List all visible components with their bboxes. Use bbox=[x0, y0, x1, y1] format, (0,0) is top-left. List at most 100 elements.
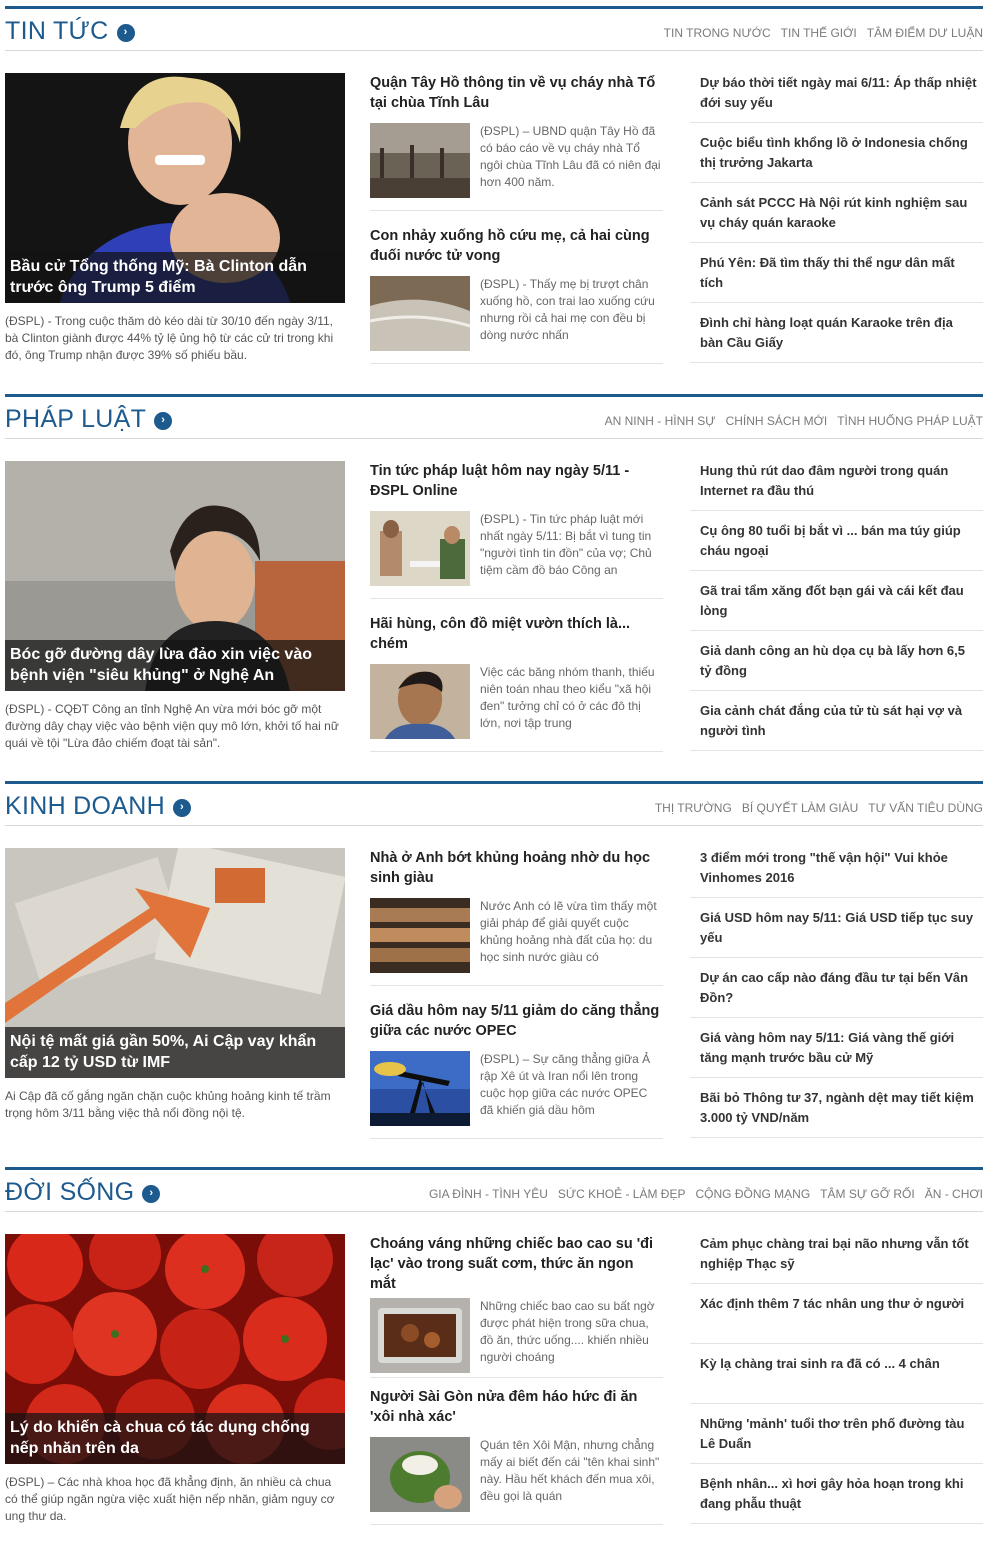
subnav-link[interactable]: TÂM SỰ GỠ RỐI bbox=[820, 1187, 915, 1201]
featured-image[interactable]: Bầu cử Tổng thống Mỹ: Bà Clinton dẫn trư… bbox=[5, 73, 345, 303]
list-item-link[interactable]: Dự báo thời tiết ngày mai 6/11: Áp thấp … bbox=[690, 73, 983, 123]
featured-image[interactable]: Bóc gỡ đường dây lừa đảo xin việc vào bệ… bbox=[5, 461, 345, 691]
story-item: Tin tức pháp luật hôm nay ngày 5/11 - ĐS… bbox=[370, 461, 663, 599]
featured-desc: (ĐSPL) - Trong cuộc thăm dò kéo dài từ 3… bbox=[5, 314, 334, 362]
story-summary: Quán tên Xôi Mận, nhưng chẳng mấy ai biế… bbox=[480, 1438, 660, 1503]
section-subnav: THỊ TRƯỜNG BÍ QUYẾT LÀM GIÀU TƯ VẤN TIÊU… bbox=[655, 801, 983, 815]
chevron-right-circle-icon[interactable]: › bbox=[172, 798, 191, 817]
subnav-link[interactable]: SỨC KHOẺ - LÀM ĐẸP bbox=[558, 1187, 686, 1201]
subnav-link[interactable]: TÌNH HUỐNG PHÁP LUẬT bbox=[837, 414, 983, 428]
list-item-link[interactable]: Dự án cao cấp nào đáng đầu tư tại bến Vâ… bbox=[690, 968, 983, 1018]
list-item-link[interactable]: Giả danh công an hù dọa cụ bà lấy hơn 6,… bbox=[690, 641, 983, 691]
list-item-link[interactable]: Cuộc biểu tình khổng lồ ở Indonesia chốn… bbox=[690, 133, 983, 183]
list-item-link[interactable]: Kỳ lạ chàng trai sinh ra đã có ... 4 châ… bbox=[690, 1354, 983, 1404]
story-thumbnail[interactable] bbox=[370, 898, 470, 973]
story-thumbnail[interactable] bbox=[370, 511, 470, 586]
flood-photo bbox=[370, 276, 470, 351]
story-title[interactable]: Hãi hùng, côn đồ miệt vườn thích là... c… bbox=[370, 614, 663, 654]
story-thumbnail[interactable] bbox=[370, 276, 470, 351]
uk-houses-photo bbox=[370, 898, 470, 973]
sticky-rice-photo bbox=[370, 1437, 470, 1512]
chevron-right-circle-icon[interactable]: › bbox=[154, 411, 173, 430]
section-header: TIN TỨC › TIN TRONG NƯỚC TIN THẾ GIỚI TÂ… bbox=[5, 6, 983, 51]
featured-image[interactable]: Lý do khiến cà chua có tác dụng chống nế… bbox=[5, 1234, 345, 1464]
section-title-link[interactable]: TIN TỨC › bbox=[5, 17, 135, 46]
featured-caption[interactable]: Nội tệ mất giá gần 50%, Ai Cập vay khẩn … bbox=[5, 1027, 345, 1078]
subnav-link[interactable]: BÍ QUYẾT LÀM GIÀU bbox=[742, 801, 858, 815]
story-item: Giá dầu hôm nay 5/11 giảm do căng thẳng … bbox=[370, 1001, 663, 1139]
story-item: Người Sài Gòn nửa đêm háo hức đi ăn 'xôi… bbox=[370, 1387, 663, 1525]
list-item-link[interactable]: Gã trai tẩm xăng đốt bạn gái và cái kết … bbox=[690, 581, 983, 631]
subnav-link[interactable]: GIA ĐÌNH - TÌNH YÊU bbox=[429, 1187, 548, 1201]
section-header: ĐỜI SỐNG › GIA ĐÌNH - TÌNH YÊU SỨC KHOẺ … bbox=[5, 1167, 983, 1212]
list-item-link[interactable]: Gia cảnh chát đắng của tử tù sát hại vợ … bbox=[690, 701, 983, 751]
story-title[interactable]: Người Sài Gòn nửa đêm háo hức đi ăn 'xôi… bbox=[370, 1387, 663, 1427]
subnav-link[interactable]: CỘNG ĐỒNG MẠNG bbox=[695, 1187, 810, 1201]
temple-fire-photo bbox=[370, 123, 470, 198]
subnav-link[interactable]: TIN THẾ GIỚI bbox=[781, 26, 857, 40]
story-item: Con nhảy xuống hồ cứu mẹ, cả hai cùng đu… bbox=[370, 226, 663, 364]
featured-image[interactable]: Nội tệ mất giá gần 50%, Ai Cập vay khẩn … bbox=[5, 848, 345, 1078]
list-item-link[interactable]: Những 'mảnh' tuổi thơ trên phố đường tàu… bbox=[690, 1414, 983, 1464]
oil-pump-photo bbox=[370, 1051, 470, 1126]
featured-caption[interactable]: Lý do khiến cà chua có tác dụng chống nế… bbox=[5, 1413, 345, 1464]
story-thumbnail[interactable] bbox=[370, 1051, 470, 1126]
list-item-link[interactable]: Hung thủ rút dao đâm người trong quán In… bbox=[690, 461, 983, 511]
list-item-link[interactable]: Đình chỉ hàng loạt quán Karaoke trên địa… bbox=[690, 313, 983, 363]
featured-caption[interactable]: Bầu cử Tổng thống Mỹ: Bà Clinton dẫn trư… bbox=[5, 252, 345, 303]
story-title[interactable]: Giá dầu hôm nay 5/11 giảm do căng thẳng … bbox=[370, 1001, 663, 1041]
list-item-link[interactable]: Phú Yên: Đã tìm thấy thi thể ngư dân mất… bbox=[690, 253, 983, 303]
story-summary: Những chiếc bao cao su bất ngờ được phát… bbox=[480, 1299, 655, 1364]
section-title-link[interactable]: ĐỜI SỐNG › bbox=[5, 1178, 161, 1207]
list-item-link[interactable]: Giá vàng hôm nay 5/11: Giá vàng thế giới… bbox=[690, 1028, 983, 1078]
section-title: PHÁP LUẬT bbox=[5, 405, 147, 433]
section-title: ĐỜI SỐNG bbox=[5, 1178, 135, 1206]
subnav-link[interactable]: TIN TRONG NƯỚC bbox=[664, 26, 771, 40]
list-item-link[interactable]: Xác định thêm 7 tác nhân ung thư ở người bbox=[690, 1294, 983, 1344]
story-summary: (ĐSPL) - Thấy mẹ bị trượt chân xuống hồ,… bbox=[480, 277, 655, 342]
story-thumbnail[interactable] bbox=[370, 123, 470, 198]
featured-story: Bầu cử Tổng thống Mỹ: Bà Clinton dẫn trư… bbox=[5, 73, 345, 365]
story-title[interactable]: Quận Tây Hồ thông tin về vụ cháy nhà Tổ … bbox=[370, 73, 663, 113]
story-thumbnail[interactable] bbox=[370, 1298, 470, 1373]
story-summary: Việc các băng nhóm thanh, thiếu niên toá… bbox=[480, 665, 655, 730]
list-item-link[interactable]: Cảm phục chàng trai bại não nhưng vẫn tố… bbox=[690, 1234, 983, 1284]
section-subnav: TIN TRONG NƯỚC TIN THẾ GIỚI TÂM ĐIỂM DƯ … bbox=[664, 26, 983, 40]
section-title-link[interactable]: PHÁP LUẬT › bbox=[5, 405, 173, 434]
story-thumbnail[interactable] bbox=[370, 1437, 470, 1512]
subnav-link[interactable]: CHÍNH SÁCH MỚI bbox=[726, 414, 828, 428]
featured-desc: Ai Cập đã cố gắng ngăn chặn cuộc khủng h… bbox=[5, 1089, 331, 1120]
young-man-photo bbox=[370, 664, 470, 739]
food-tray-photo bbox=[370, 1298, 470, 1373]
story-title[interactable]: Nhà ở Anh bớt khủng hoảng nhờ du học sin… bbox=[370, 848, 663, 888]
story-thumbnail[interactable] bbox=[370, 664, 470, 739]
subnav-link[interactable]: THỊ TRƯỜNG bbox=[655, 801, 732, 815]
story-title[interactable]: Con nhảy xuống hồ cứu mẹ, cả hai cùng đu… bbox=[370, 226, 663, 266]
list-item-link[interactable]: Bệnh nhân... xì hơi gây hỏa hoạn trong k… bbox=[690, 1474, 983, 1524]
list-item-link[interactable]: Bãi bỏ Thông tư 37, ngành dệt may tiết k… bbox=[690, 1088, 983, 1138]
list-item-link[interactable]: Cảnh sát PCCC Hà Nội rút kinh nghiệm sau… bbox=[690, 193, 983, 243]
section-phap-luat: PHÁP LUẬT › AN NINH - HÌNH SỰ CHÍNH SÁCH… bbox=[5, 394, 983, 754]
subnav-link[interactable]: TÂM ĐIỂM DƯ LUẬN bbox=[867, 26, 983, 40]
story-summary: Nước Anh có lẽ vừa tìm thấy một giải phá… bbox=[480, 899, 657, 964]
story-item: Hãi hùng, côn đồ miệt vườn thích là... c… bbox=[370, 614, 663, 752]
story-title[interactable]: Choáng váng những chiếc bao cao su 'đi l… bbox=[370, 1234, 663, 1294]
story-item: Nhà ở Anh bớt khủng hoảng nhờ du học sin… bbox=[370, 848, 663, 986]
story-summary: (ĐSPL) - Tin tức pháp luật mới nhất ngày… bbox=[480, 512, 652, 577]
section-header: PHÁP LUẬT › AN NINH - HÌNH SỰ CHÍNH SÁCH… bbox=[5, 394, 983, 439]
chevron-right-circle-icon[interactable]: › bbox=[116, 23, 135, 42]
featured-caption[interactable]: Bóc gỡ đường dây lừa đảo xin việc vào bệ… bbox=[5, 640, 345, 691]
section-title-link[interactable]: KINH DOANH › bbox=[5, 792, 191, 821]
list-item-link[interactable]: Cụ ông 80 tuổi bị bắt vì ... bán ma túy … bbox=[690, 521, 983, 571]
subnav-link[interactable]: ĂN - CHƠI bbox=[925, 1187, 983, 1201]
list-item-link[interactable]: Giá USD hôm nay 5/11: Giá USD tiếp tục s… bbox=[690, 908, 983, 958]
subnav-link[interactable]: AN NINH - HÌNH SỰ bbox=[605, 414, 716, 428]
featured-story: Nội tệ mất giá gần 50%, Ai Cập vay khẩn … bbox=[5, 848, 345, 1140]
story-item: Choáng váng những chiếc bao cao su 'đi l… bbox=[370, 1234, 663, 1378]
list-item-link[interactable]: 3 điểm mới trong "thế vận hội" Vui khỏe … bbox=[690, 848, 983, 898]
interrogation-photo bbox=[370, 511, 470, 586]
subnav-link[interactable]: TƯ VẤN TIÊU DÙNG bbox=[868, 801, 983, 815]
story-summary: (ĐSPL) – UBND quận Tây Hồ đã có báo cáo … bbox=[480, 124, 661, 189]
story-title[interactable]: Tin tức pháp luật hôm nay ngày 5/11 - ĐS… bbox=[370, 461, 663, 501]
chevron-right-circle-icon[interactable]: › bbox=[142, 1184, 161, 1203]
